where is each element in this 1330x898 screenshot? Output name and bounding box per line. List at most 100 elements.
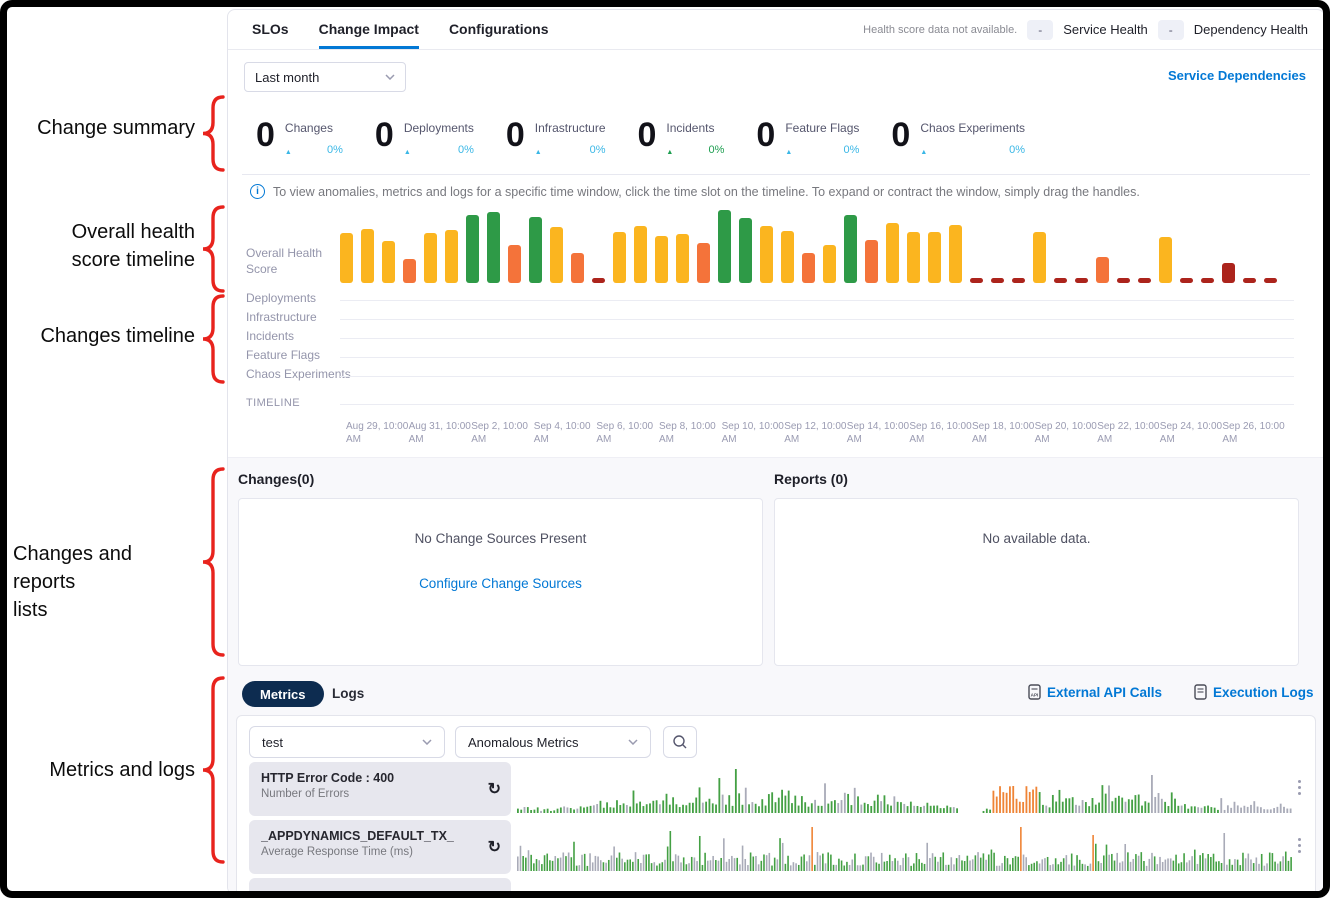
health-score-bar[interactable] xyxy=(529,217,542,283)
metric-info-card[interactable]: _APPDYNAMICS_DEFAULT_TX_Average Response… xyxy=(249,820,511,874)
metric-row xyxy=(237,878,1315,891)
health-score-bar[interactable] xyxy=(718,210,731,283)
chevron-down-icon xyxy=(422,739,432,745)
health-score-bar[interactable] xyxy=(487,212,500,283)
health-score-bar[interactable] xyxy=(928,232,941,283)
health-score-bar[interactable] xyxy=(655,236,668,283)
doc-icon xyxy=(1194,684,1207,700)
health-score-bar[interactable] xyxy=(802,253,815,283)
health-score-bar[interactable] xyxy=(991,278,1004,283)
stat-label: Incidents xyxy=(666,121,724,135)
metric-info-card[interactable] xyxy=(249,878,511,891)
reports-panel-title: Reports (0) xyxy=(774,471,848,487)
configure-change-sources-link[interactable]: Configure Change Sources xyxy=(239,576,762,591)
health-score-bar[interactable] xyxy=(1012,278,1025,283)
health-score-bar[interactable] xyxy=(1033,232,1046,283)
timeline-row-label: Chaos Experiments xyxy=(246,367,351,381)
health-score-bar[interactable] xyxy=(571,253,584,283)
external-api-calls-link[interactable]: API External API Calls xyxy=(1028,684,1162,700)
kebab-menu-icon[interactable] xyxy=(1295,778,1303,797)
health-score-bar[interactable] xyxy=(1117,278,1130,283)
health-score-bar[interactable] xyxy=(613,232,626,283)
chevron-down-icon xyxy=(385,74,395,80)
health-score-bar[interactable] xyxy=(382,241,395,283)
health-score-bar[interactable] xyxy=(1138,278,1151,283)
stat-percent: 0% xyxy=(432,144,474,156)
tab-slos[interactable]: SLOs xyxy=(252,10,289,49)
health-score-bar[interactable] xyxy=(949,225,962,283)
app-panel: SLOs Change Impact Configurations Health… xyxy=(227,9,1323,891)
health-score-bar[interactable] xyxy=(550,227,563,283)
dependency-health-badge: - xyxy=(1158,20,1184,40)
health-score-bar[interactable] xyxy=(445,230,458,283)
service-health-label: Service Health xyxy=(1063,22,1148,37)
kebab-menu-icon[interactable] xyxy=(1295,836,1303,855)
health-score-bar[interactable] xyxy=(1180,278,1193,283)
refresh-icon[interactable] xyxy=(488,837,501,857)
health-score-bar[interactable] xyxy=(865,240,878,283)
service-filter-select[interactable]: test xyxy=(249,726,445,758)
health-score-bar[interactable] xyxy=(592,278,605,283)
timeline-axis-label: TIMELINE xyxy=(246,397,300,409)
metric-filter-select[interactable]: Anomalous Metrics xyxy=(455,726,651,758)
health-score-bar[interactable] xyxy=(1222,263,1235,283)
annotation-brace xyxy=(200,95,226,172)
annotation-brace xyxy=(200,294,226,384)
health-score-bar[interactable] xyxy=(508,245,521,283)
health-score-bar[interactable] xyxy=(424,233,437,283)
health-score-bar[interactable] xyxy=(1054,278,1067,283)
health-score-bar[interactable] xyxy=(1075,278,1088,283)
timeline-row-line xyxy=(340,338,1294,339)
health-score-bar[interactable] xyxy=(844,215,857,283)
refresh-icon[interactable] xyxy=(488,779,501,799)
health-score-bar[interactable] xyxy=(1243,278,1256,283)
health-score-bar[interactable] xyxy=(823,245,836,283)
timeline-row: Feature Flags xyxy=(228,348,1323,366)
health-score-bar[interactable] xyxy=(361,229,374,283)
health-score-bar[interactable] xyxy=(1159,237,1172,283)
metric-filter-value: Anomalous Metrics xyxy=(468,735,579,750)
health-score-bar[interactable] xyxy=(1096,257,1109,283)
health-score-bar[interactable] xyxy=(1201,278,1214,283)
tab-configurations[interactable]: Configurations xyxy=(449,10,549,49)
kebab-dot xyxy=(1298,850,1301,853)
annotation-label: Metrics and logs xyxy=(13,756,195,784)
timeline-date-label: Sep 26, 10:00AM xyxy=(1222,420,1292,446)
timeline-row-line xyxy=(340,376,1294,377)
tab-change-impact[interactable]: Change Impact xyxy=(319,10,419,49)
service-dependencies-link[interactable]: Service Dependencies xyxy=(1168,68,1306,83)
health-score-bar[interactable] xyxy=(676,234,689,283)
health-score-bar[interactable] xyxy=(907,232,920,283)
health-score-bar[interactable] xyxy=(340,233,353,283)
tab-logs[interactable]: Logs xyxy=(332,686,364,701)
timeline-row: Deployments xyxy=(228,291,1323,309)
search-button[interactable] xyxy=(663,726,697,758)
health-score-bar[interactable] xyxy=(466,215,479,283)
health-score-bar[interactable] xyxy=(886,223,899,283)
health-score-bar[interactable] xyxy=(1264,278,1277,283)
time-range-select[interactable]: Last month xyxy=(244,62,406,92)
info-banner: To view anomalies, metrics and logs for … xyxy=(250,184,1140,199)
health-score-bar[interactable] xyxy=(403,259,416,283)
kebab-dot xyxy=(1298,838,1301,841)
health-score-bar[interactable] xyxy=(970,278,983,283)
timeline-date-label: Sep 22, 10:00AM xyxy=(1097,420,1167,446)
annotation-label: Changes timeline xyxy=(13,322,195,350)
health-score-bar[interactable] xyxy=(697,243,710,283)
service-filter-value: test xyxy=(262,735,283,750)
summary-stat: 0Deployments0% xyxy=(375,116,474,159)
health-score-bar[interactable] xyxy=(781,231,794,283)
health-score-bar[interactable] xyxy=(760,226,773,283)
execution-logs-link[interactable]: Execution Logs xyxy=(1194,684,1314,700)
metrics-panel: test Anomalous Metrics HTTP Error Code :… xyxy=(236,715,1316,891)
metric-subtitle: Number of Errors xyxy=(261,788,477,800)
timeline-date-label: Sep 24, 10:00AM xyxy=(1160,420,1230,446)
stat-label: Deployments xyxy=(404,121,474,135)
health-score-bar[interactable] xyxy=(739,218,752,283)
metric-info-card[interactable]: HTTP Error Code : 400Number of Errors xyxy=(249,762,511,816)
stat-percent: 0% xyxy=(683,144,725,156)
annotation-brace xyxy=(200,676,226,864)
health-score-bar[interactable] xyxy=(634,226,647,283)
tab-metrics[interactable]: Metrics xyxy=(242,681,324,707)
lower-section: Changes(0) No Change Sources Present Con… xyxy=(228,457,1323,891)
